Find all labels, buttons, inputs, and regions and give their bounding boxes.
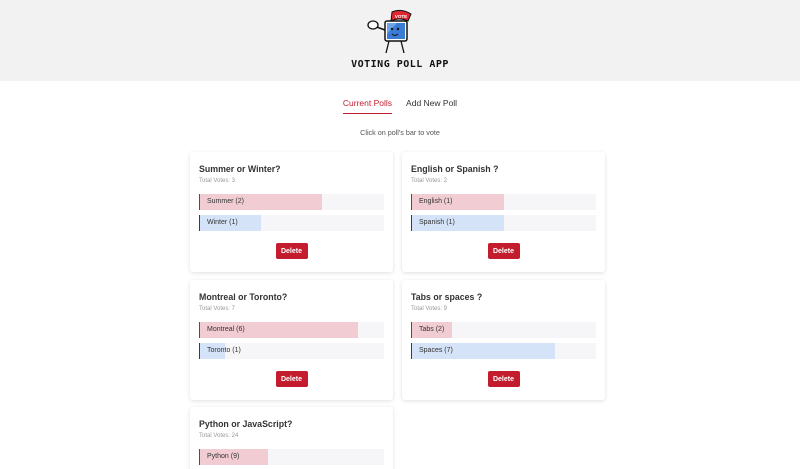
- poll-card: Tabs or spaces ? Total Votes: 9 Tabs (2)…: [402, 280, 605, 400]
- poll-total-votes: Total Votes: 3: [199, 178, 236, 184]
- option-label: Python (9): [207, 453, 240, 460]
- poll-card: Summer or Winter? Total Votes: 3 Summer …: [190, 152, 393, 272]
- option-label: Summer (2): [207, 198, 244, 205]
- poll-option-bar[interactable]: Toronto (1): [199, 343, 384, 359]
- poll-total-votes: Total Votes: 2: [411, 178, 448, 184]
- poll-option-bar[interactable]: Winter (1): [199, 215, 384, 231]
- poll-title: Summer or Winter?: [199, 164, 281, 174]
- delete-poll-button[interactable]: Delete: [487, 243, 520, 259]
- tab-add-new-poll[interactable]: Add New Poll: [406, 98, 457, 114]
- logo-text: VOTE: [395, 14, 407, 19]
- poll-total-votes: Total Votes: 7: [199, 306, 236, 312]
- poll-title: English or Spanish ?: [411, 164, 499, 174]
- poll-card: Python or JavaScript? Total Votes: 24 Py…: [190, 407, 393, 469]
- option-label: Montreal (6): [207, 326, 245, 333]
- option-label: Winter (1): [207, 219, 238, 226]
- tab-current-polls[interactable]: Current Polls: [342, 98, 393, 114]
- option-label: Spaces (7): [419, 347, 453, 354]
- poll-option-bar[interactable]: English (1): [411, 194, 596, 210]
- poll-total-votes: Total Votes: 9: [411, 306, 448, 312]
- option-label: English (1): [419, 198, 453, 205]
- delete-poll-button[interactable]: Delete: [487, 371, 520, 387]
- poll-card: Montreal or Toronto? Total Votes: 7 Mont…: [190, 280, 393, 400]
- poll-option-bar[interactable]: Tabs (2): [411, 322, 596, 338]
- poll-card: English or Spanish ? Total Votes: 2 Engl…: [402, 152, 605, 272]
- tab-bar: Current Polls Add New Poll: [0, 98, 800, 114]
- poll-option-bar[interactable]: Spanish (1): [411, 215, 596, 231]
- poll-total-votes: Total Votes: 24: [199, 433, 239, 439]
- poll-option-bar[interactable]: Spaces (7): [411, 343, 596, 359]
- vote-hint: Click on poll's bar to vote: [360, 128, 440, 137]
- poll-title: Montreal or Toronto?: [199, 292, 288, 302]
- mascot-ballot-icon: VOTE: [367, 9, 412, 54]
- option-label: Tabs (2): [419, 326, 445, 333]
- poll-option-bar[interactable]: Summer (2): [199, 194, 384, 210]
- option-label: Toronto (1): [207, 347, 241, 354]
- poll-title: Tabs or spaces ?: [411, 292, 483, 302]
- delete-poll-button[interactable]: Delete: [275, 371, 308, 387]
- delete-poll-button[interactable]: Delete: [275, 243, 308, 259]
- poll-option-bar[interactable]: Montreal (6): [199, 322, 384, 338]
- poll-title: Python or JavaScript?: [199, 419, 293, 429]
- app-header: VOTE VOTING POLL APP: [0, 0, 800, 81]
- option-label: Spanish (1): [419, 219, 455, 226]
- app-title: VOTING POLL APP: [351, 59, 449, 70]
- poll-option-bar[interactable]: Python (9): [199, 449, 384, 465]
